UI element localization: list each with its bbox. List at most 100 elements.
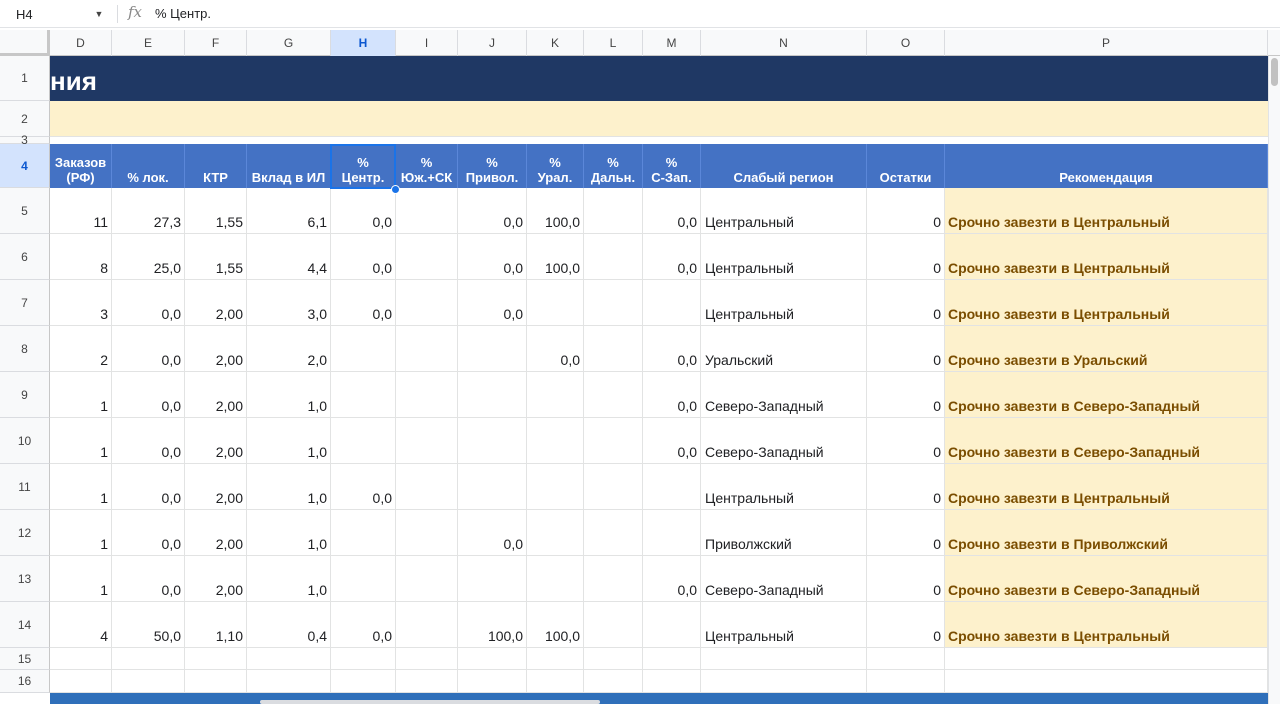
table-cell[interactable]: 1,10 [185, 602, 247, 648]
empty-cell[interactable] [527, 648, 584, 670]
table-cell[interactable]: 11 [50, 188, 112, 234]
table-cell[interactable]: 0 [867, 464, 945, 510]
empty-cell[interactable] [867, 670, 945, 693]
empty-cell[interactable] [112, 648, 185, 670]
column-header-f[interactable]: F [185, 30, 247, 56]
table-cell[interactable]: 0 [867, 556, 945, 602]
table-cell[interactable]: 0 [867, 280, 945, 326]
table-cell[interactable] [584, 602, 643, 648]
table-cell[interactable] [331, 326, 396, 372]
table-cell[interactable] [527, 280, 584, 326]
weak-region-cell[interactable]: Центральный [701, 280, 867, 326]
empty-cell[interactable] [50, 670, 112, 693]
table-cell[interactable] [331, 372, 396, 418]
table-cell[interactable]: 0,0 [643, 326, 701, 372]
empty-cell[interactable] [458, 648, 527, 670]
table-cell[interactable] [331, 510, 396, 556]
table-cell[interactable]: 6,1 [247, 188, 331, 234]
recommendation-cell[interactable]: Срочно завезти в Приволжский [945, 510, 1268, 556]
table-cell[interactable]: 2,00 [185, 556, 247, 602]
table-cell[interactable]: 100,0 [527, 188, 584, 234]
table-cell[interactable] [331, 418, 396, 464]
row-header-8[interactable]: 8 [0, 326, 50, 372]
empty-cell[interactable] [50, 648, 112, 670]
recommendation-cell[interactable]: Срочно завезти в Центральный [945, 234, 1268, 280]
table-cell[interactable] [643, 510, 701, 556]
table-cell[interactable] [643, 602, 701, 648]
table-cell[interactable]: 100,0 [527, 602, 584, 648]
recommendation-cell[interactable]: Срочно завезти в Центральный [945, 280, 1268, 326]
table-cell[interactable]: 0 [867, 326, 945, 372]
column-header-o[interactable]: O [867, 30, 945, 56]
table-cell[interactable]: 0 [867, 418, 945, 464]
row-header-7[interactable]: 7 [0, 280, 50, 326]
column-header-d[interactable]: D [50, 30, 112, 56]
table-cell[interactable] [584, 556, 643, 602]
table-cell[interactable]: 0,4 [247, 602, 331, 648]
table-cell[interactable]: 2,00 [185, 510, 247, 556]
column-header-g[interactable]: G [247, 30, 331, 56]
row-header-9[interactable]: 9 [0, 372, 50, 418]
empty-cell[interactable] [331, 670, 396, 693]
weak-region-cell[interactable]: Центральный [701, 188, 867, 234]
table-cell[interactable]: 0 [867, 188, 945, 234]
table-cell[interactable]: 0,0 [112, 418, 185, 464]
row-header-14[interactable]: 14 [0, 602, 50, 648]
row-header-6[interactable]: 6 [0, 234, 50, 280]
row-header-3[interactable]: 3 [0, 133, 50, 147]
table-cell[interactable]: 0,0 [643, 188, 701, 234]
column-header-n[interactable]: N [701, 30, 867, 56]
table-cell[interactable]: 2,00 [185, 464, 247, 510]
table-cell[interactable]: 100,0 [527, 234, 584, 280]
table-cell[interactable] [584, 510, 643, 556]
table-cell[interactable]: 2,00 [185, 418, 247, 464]
table-cell[interactable] [458, 372, 527, 418]
empty-cell[interactable] [945, 648, 1268, 670]
table-cell[interactable] [584, 188, 643, 234]
table-cell[interactable] [396, 280, 458, 326]
table-cell[interactable]: 1 [50, 418, 112, 464]
table-cell[interactable]: 1 [50, 372, 112, 418]
table-cell[interactable]: 50,0 [112, 602, 185, 648]
empty-cell[interactable] [867, 648, 945, 670]
column-header-k[interactable]: K [527, 30, 584, 56]
table-cell[interactable]: 0 [867, 602, 945, 648]
formula-input[interactable]: % Центр. [155, 6, 211, 21]
empty-cell[interactable] [331, 648, 396, 670]
table-cell[interactable] [458, 556, 527, 602]
horizontal-scroll-thumb[interactable] [260, 700, 600, 704]
column-header-h[interactable]: H [331, 30, 396, 56]
table-cell[interactable] [527, 464, 584, 510]
table-cell[interactable] [396, 602, 458, 648]
column-header-m[interactable]: M [643, 30, 701, 56]
table-cell[interactable] [458, 464, 527, 510]
empty-cell[interactable] [247, 648, 331, 670]
row-header-1[interactable]: 1 [0, 56, 50, 101]
table-cell[interactable]: 100,0 [458, 602, 527, 648]
row-header-2[interactable]: 2 [0, 101, 50, 137]
empty-cell[interactable] [701, 648, 867, 670]
table-cell[interactable]: 0 [867, 234, 945, 280]
table-cell[interactable]: 4 [50, 602, 112, 648]
recommendation-cell[interactable]: Срочно завезти в Центральный [945, 602, 1268, 648]
row-header-13[interactable]: 13 [0, 556, 50, 602]
table-cell[interactable] [584, 418, 643, 464]
column-header-i[interactable]: I [396, 30, 458, 56]
table-cell[interactable]: 1,55 [185, 188, 247, 234]
table-cell[interactable] [396, 510, 458, 556]
table-cell[interactable]: 0,0 [112, 326, 185, 372]
table-cell[interactable] [527, 510, 584, 556]
column-header-l[interactable]: L [584, 30, 643, 56]
table-cell[interactable]: 8 [50, 234, 112, 280]
table-cell[interactable] [584, 464, 643, 510]
empty-cell[interactable] [185, 670, 247, 693]
empty-cell[interactable] [701, 670, 867, 693]
weak-region-cell[interactable]: Уральский [701, 326, 867, 372]
recommendation-cell[interactable]: Срочно завезти в Северо-Западный [945, 418, 1268, 464]
row-header-10[interactable]: 10 [0, 418, 50, 464]
table-cell[interactable] [643, 464, 701, 510]
table-cell[interactable] [527, 556, 584, 602]
table-cell[interactable] [396, 326, 458, 372]
empty-cell[interactable] [458, 670, 527, 693]
table-cell[interactable]: 1,55 [185, 234, 247, 280]
